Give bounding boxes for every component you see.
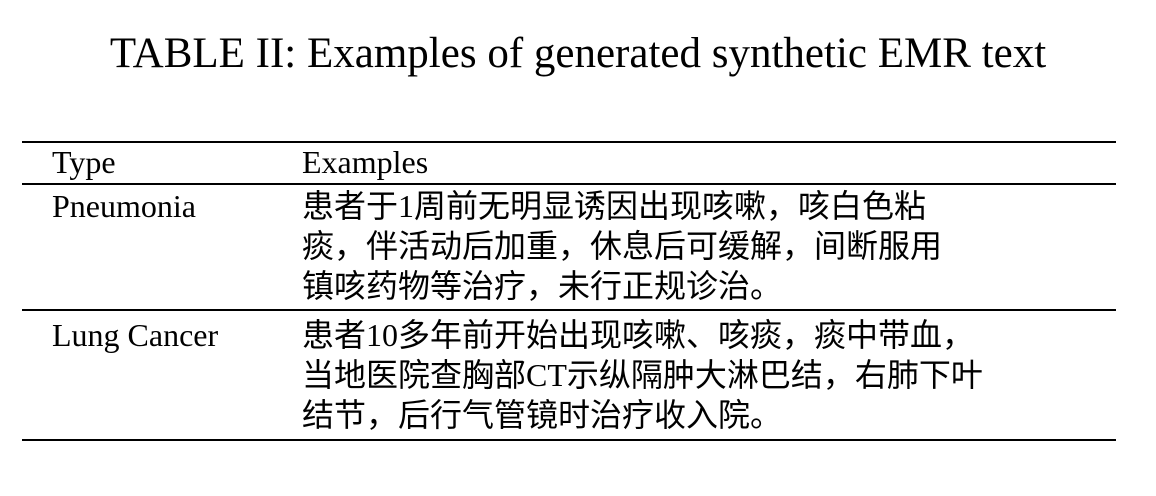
header-type: Type bbox=[52, 144, 116, 180]
example-line: 患者于1周前无明显诱因出现咳嗽，咳白色粘 bbox=[302, 188, 927, 224]
example-line: 结节，后行气管镜时治疗收入院。 bbox=[302, 397, 783, 433]
row-example-lung-cancer: 患者10多年前开始出现咳嗽、咳痰，痰中带血， 当地医院查胸部CT示纵隔肿大淋巴结… bbox=[302, 315, 983, 435]
example-line: 镇咳药物等治疗，未行正规诊治。 bbox=[302, 268, 783, 304]
row-separator-rule bbox=[22, 309, 1116, 311]
header-examples: Examples bbox=[302, 144, 429, 180]
table-top-rule bbox=[22, 141, 1116, 143]
example-line: 痰，伴活动后加重，休息后可缓解，间断服用 bbox=[302, 228, 943, 264]
header-bottom-rule bbox=[22, 183, 1116, 185]
table-caption: TABLE II: Examples of generated syntheti… bbox=[109, 30, 1047, 77]
example-line: 当地医院查胸部CT示纵隔肿大淋巴结，右肺下叶 bbox=[302, 357, 983, 393]
table-bottom-rule bbox=[22, 439, 1116, 441]
row-example-pneumonia: 患者于1周前无明显诱因出现咳嗽，咳白色粘 痰，伴活动后加重，休息后可缓解，间断服… bbox=[302, 186, 942, 306]
example-line: 患者10多年前开始出现咳嗽、咳痰，痰中带血， bbox=[302, 317, 975, 353]
row-type-pneumonia: Pneumonia bbox=[52, 188, 196, 224]
row-type-lung-cancer: Lung Cancer bbox=[52, 317, 219, 353]
